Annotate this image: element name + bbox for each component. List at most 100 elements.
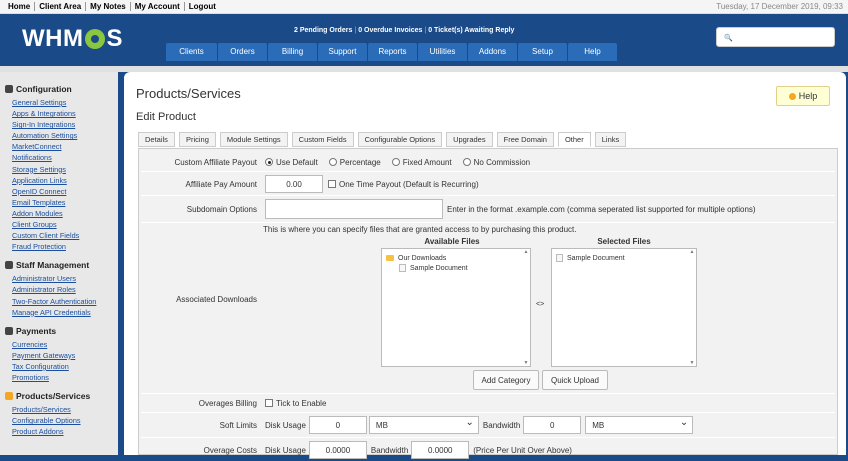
sidebar-item-marketconnect[interactable]: MarketConnect: [12, 141, 118, 152]
tickets-link[interactable]: 0 Ticket(s) Awaiting Reply: [428, 27, 514, 34]
cube-icon: [5, 392, 13, 401]
soft-limits-row: Soft Limits Disk Usage 0 MB Bandwidth 0 …: [143, 414, 833, 436]
affiliate-amount-label: Affiliate Pay Amount: [185, 179, 257, 189]
available-doc-item[interactable]: Sample Document: [386, 263, 530, 273]
help-button[interactable]: Help: [776, 86, 830, 106]
sidebar-item-openid-connect[interactable]: OpenID Connect: [12, 186, 118, 197]
overages-checkbox[interactable]: [265, 399, 273, 407]
folder-item[interactable]: Our Downloads: [386, 253, 530, 263]
search-icon: 🔍: [724, 35, 733, 42]
nav-reports[interactable]: Reports: [368, 43, 417, 61]
pending-orders-link[interactable]: 2 Pending Orders: [294, 27, 352, 34]
sidebar-item-administrator-roles[interactable]: Administrator Roles: [12, 284, 118, 295]
fixed-amount-label: Fixed Amount: [402, 157, 452, 167]
tab-free-domain[interactable]: Free Domain: [496, 132, 554, 147]
tab-other[interactable]: Other: [557, 132, 591, 147]
sidebar-item-storage-settings[interactable]: Storage Settings: [12, 164, 118, 175]
overage-costs-label: Overage Costs: [203, 445, 257, 455]
quick-upload-button[interactable]: Quick Upload: [542, 370, 608, 390]
cost-bandwidth-input[interactable]: 0.0000: [411, 441, 470, 459]
logout-link[interactable]: Logout: [185, 2, 220, 11]
nav-clients[interactable]: Clients: [166, 43, 217, 61]
selected-doc-item[interactable]: Sample Document: [556, 253, 696, 263]
percentage-radio[interactable]: [328, 158, 337, 166]
sidebar-item-client-groups[interactable]: Client Groups: [12, 219, 118, 230]
sidebar-item-general-settings[interactable]: General Settings: [12, 97, 118, 108]
sidebar-item-products-services[interactable]: Products/Services: [12, 404, 118, 415]
nav-billing[interactable]: Billing: [268, 43, 317, 61]
sidebar-item-currencies[interactable]: Currencies: [12, 339, 118, 350]
add-category-button[interactable]: Add Category: [473, 370, 539, 390]
sidebar-item-product-addons[interactable]: Product Addons: [12, 426, 118, 437]
tab-module-settings[interactable]: Module Settings: [219, 132, 288, 147]
tab-links[interactable]: Links: [594, 132, 627, 147]
subdomain-input[interactable]: [265, 199, 443, 219]
available-scrollbar[interactable]: ▲ ▼: [523, 249, 529, 366]
sidebar-item-promotions[interactable]: Promotions: [12, 372, 118, 383]
selected-scrollbar[interactable]: ▲ ▼: [689, 249, 695, 366]
fixed-amount-radio[interactable]: [391, 158, 400, 166]
disk-limit-input[interactable]: 0: [308, 416, 367, 434]
wrench-icon: [5, 85, 13, 93]
logo-text-a: WHM: [22, 25, 84, 52]
home-link[interactable]: Home: [5, 2, 36, 11]
sidebar-item-notifications[interactable]: Notifications: [12, 152, 118, 163]
sidebar-item-apps-integrations[interactable]: Apps & Integrations: [12, 108, 118, 119]
tab-upgrades[interactable]: Upgrades: [446, 132, 493, 147]
my-account-link[interactable]: My Account: [131, 2, 185, 11]
my-notes-link[interactable]: My Notes: [86, 2, 131, 11]
overage-costs-row: Overage Costs Disk Usage 0.0000 Bandwidt…: [143, 439, 833, 461]
bandwidth-limit-input[interactable]: 0: [523, 416, 582, 434]
bandwidth-label: Bandwidth: [482, 420, 521, 430]
affiliate-payout-row: Custom Affiliate Payout Use Default Perc…: [143, 154, 833, 170]
cost-disk-input[interactable]: 0.0000: [308, 441, 367, 459]
nav-orders[interactable]: Orders: [218, 43, 267, 61]
nav-help[interactable]: Help: [568, 43, 617, 61]
sidebar-item-administrator-users[interactable]: Administrator Users: [12, 273, 118, 284]
disk-unit-select[interactable]: MB: [368, 416, 479, 434]
sidebar-item-tax-configuration[interactable]: Tax Configuration: [12, 361, 118, 372]
tab-pricing[interactable]: Pricing: [178, 132, 216, 147]
whmcs-logo[interactable]: WHM S: [22, 25, 123, 53]
top-links: Home Client Area My Notes My Account Log…: [5, 2, 220, 11]
sidebar-item-automation-settings[interactable]: Automation Settings: [12, 130, 118, 141]
sidebar-item-api-credentials[interactable]: Manage API Credentials: [12, 307, 118, 318]
nav-support[interactable]: Support: [318, 43, 367, 61]
sidebar-item-two-factor[interactable]: Two-Factor Authentication: [12, 296, 118, 307]
sidebar-item-fraud-protection[interactable]: Fraud Protection: [12, 241, 118, 252]
subdomain-row: Subdomain Options Enter in the format .e…: [143, 197, 833, 221]
sidebar-item-sign-in-integrations[interactable]: Sign-In Integrations: [12, 119, 118, 130]
nav-setup[interactable]: Setup: [518, 43, 567, 61]
bandwidth-unit-select[interactable]: MB: [585, 416, 694, 434]
document-icon: [399, 264, 406, 272]
affiliate-payout-label: Custom Affiliate Payout: [174, 157, 257, 167]
downloads-intro: This is where you can specify files that…: [263, 225, 577, 234]
search-input[interactable]: 🔍: [716, 27, 835, 47]
gear-icon: [85, 29, 106, 49]
sidebar-item-custom-client-fields[interactable]: Custom Client Fields: [12, 230, 118, 241]
overages-row: Overages Billing Tick to Enable: [143, 395, 833, 411]
subdomain-label: Subdomain Options: [186, 204, 257, 214]
sidebar-item-payment-gateways[interactable]: Payment Gateways: [12, 350, 118, 361]
sidebar-item-email-templates[interactable]: Email Templates: [12, 197, 118, 208]
nav-utilities[interactable]: Utilities: [418, 43, 467, 61]
client-area-link[interactable]: Client Area: [35, 2, 87, 11]
tab-details[interactable]: Details: [138, 132, 175, 147]
percentage-label: Percentage: [339, 157, 381, 167]
sidebar-item-addon-modules[interactable]: Addon Modules: [12, 208, 118, 219]
overdue-invoices-link[interactable]: 0 Overdue Invoices: [358, 27, 422, 34]
available-files-title: Available Files: [424, 237, 480, 246]
nav-addons[interactable]: Addons: [468, 43, 517, 61]
tab-custom-fields[interactable]: Custom Fields: [291, 132, 354, 147]
use-default-radio[interactable]: [265, 158, 273, 166]
selected-files-list[interactable]: Sample Document ▲ ▼: [551, 248, 697, 367]
affiliate-amount-input[interactable]: 0.00: [265, 175, 323, 193]
tab-configurable-options[interactable]: Configurable Options: [357, 132, 443, 147]
sidebar-item-configurable-options[interactable]: Configurable Options: [12, 415, 118, 426]
configuration-heading: Configuration: [5, 84, 118, 94]
one-time-payout-checkbox[interactable]: [328, 180, 336, 188]
available-files-list[interactable]: Our Downloads Sample Document ▲ ▼: [381, 248, 531, 367]
no-commission-radio[interactable]: [462, 158, 471, 166]
sidebar-item-application-links[interactable]: Application Links: [12, 175, 118, 186]
move-files-button[interactable]: <>: [536, 301, 544, 308]
